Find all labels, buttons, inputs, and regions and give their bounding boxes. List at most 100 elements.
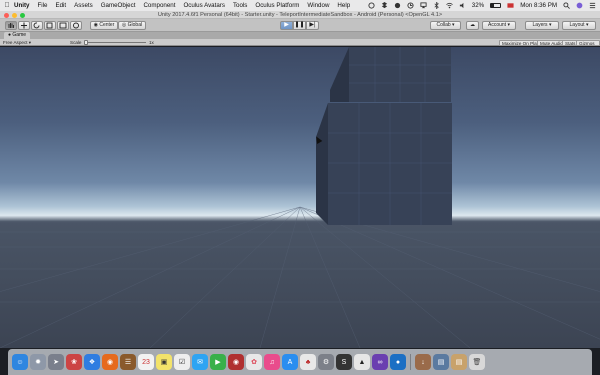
transform-icon	[73, 22, 79, 29]
game-view-header: ● Game	[0, 32, 600, 39]
sublime-icon[interactable]: S	[336, 354, 352, 370]
dock-separator	[410, 354, 411, 370]
airplay-icon[interactable]	[420, 2, 427, 9]
aspect-dropdown[interactable]: Free Aspect	[3, 39, 31, 46]
lower-block-side	[316, 103, 328, 225]
photos-icon[interactable]: ❀	[66, 354, 82, 370]
sync-icon[interactable]	[394, 2, 401, 9]
tab-game[interactable]: ● Game	[4, 32, 31, 39]
stickies-icon[interactable]: ▣	[156, 354, 172, 370]
menu-tools[interactable]: Tools	[233, 2, 247, 9]
scale-slider[interactable]	[84, 40, 146, 45]
menu-component[interactable]: Component	[143, 2, 175, 9]
move-tool-button[interactable]	[18, 21, 30, 30]
firefox-icon[interactable]: ◉	[102, 354, 118, 370]
globe-icon: ◎	[121, 22, 127, 28]
launchpad-icon[interactable]: ✹	[30, 354, 46, 370]
step-icon: ▶|	[309, 22, 316, 28]
app-store-icon[interactable]: A	[282, 354, 298, 370]
wifi-icon[interactable]	[445, 2, 453, 9]
game-tab-label: Game	[12, 32, 27, 38]
notes-icon[interactable]: ☰	[120, 354, 136, 370]
apple-menu-icon[interactable]: 	[0, 2, 14, 9]
system-preferences-icon[interactable]: ⚙	[318, 354, 334, 370]
notification-center-icon[interactable]	[589, 2, 596, 9]
battery-percent[interactable]: 32%	[472, 2, 484, 9]
collab-dropdown[interactable]: Collab	[430, 21, 461, 30]
dropbox-icon[interactable]	[381, 2, 388, 9]
gizmos-dropdown[interactable]: Gizmos	[576, 39, 600, 46]
documents-stack-icon[interactable]: ▤	[433, 354, 449, 370]
reminders-icon[interactable]: ☑	[174, 354, 190, 370]
game-viewport[interactable]	[0, 47, 600, 348]
trash-icon[interactable]: 🗑	[469, 354, 485, 370]
siri-icon[interactable]	[576, 2, 583, 9]
layers-dropdown[interactable]: Layers	[525, 21, 559, 30]
play-controls: ▶ ❚❚ ▶|	[280, 21, 319, 30]
pivot-center-button[interactable]: ◉ Center	[90, 21, 118, 30]
clock[interactable]: Mon 8:36 PM	[520, 2, 557, 9]
scale-tool-button[interactable]	[44, 21, 56, 30]
pause-button[interactable]: ❚❚	[293, 21, 306, 30]
photos-app-icon[interactable]: ✿	[246, 354, 262, 370]
battery-icon[interactable]	[490, 3, 502, 8]
window-title: Unity 2017.4.6f1 Personal (64bit) - Star…	[157, 12, 443, 18]
facetime-icon[interactable]: ▶	[210, 354, 226, 370]
unity-icon[interactable]: ▲	[354, 354, 370, 370]
layers-label: Layers	[532, 22, 548, 28]
itunes-icon[interactable]: ♫	[264, 354, 280, 370]
pause-icon: ❚❚	[294, 22, 305, 28]
account-dropdown[interactable]: Account	[482, 21, 516, 30]
volume-icon[interactable]	[459, 2, 466, 9]
scale-value: 1x	[149, 40, 154, 45]
upper-block-side	[330, 47, 349, 102]
status-area: 32% Mon 8:36 PM	[368, 0, 596, 11]
cloud-icon: ☁	[470, 22, 475, 28]
play-icon: ▶	[284, 22, 289, 28]
game-tab-icon: ●	[8, 32, 12, 38]
menu-window[interactable]: Window	[307, 2, 329, 9]
downloads-stack-icon[interactable]: ↓	[415, 354, 431, 370]
menu-help[interactable]: Help	[337, 2, 350, 9]
rocket-icon[interactable]: ➤	[48, 354, 64, 370]
folder-stack-icon[interactable]: ▤	[451, 354, 467, 370]
menu-edit[interactable]: Edit	[55, 2, 66, 9]
safari-icon[interactable]: ❖	[84, 354, 100, 370]
collab-label: Collab	[436, 22, 451, 28]
hand-icon	[8, 23, 14, 28]
scale-label: Scale	[70, 40, 82, 45]
menu-file[interactable]: File	[37, 2, 47, 9]
spotlight-icon[interactable]	[563, 2, 570, 9]
step-button[interactable]: ▶|	[306, 21, 319, 30]
account-label: Account	[488, 22, 507, 28]
rect-tool-button[interactable]	[57, 21, 69, 30]
menu-assets[interactable]: Assets	[74, 2, 93, 9]
transform-tool-button[interactable]	[70, 21, 82, 30]
visual-studio-icon[interactable]: ∞	[372, 354, 388, 370]
calendar-icon[interactable]: 23	[138, 354, 154, 370]
time-machine-icon[interactable]	[407, 2, 414, 9]
menu-oculus-platform[interactable]: Oculus Platform	[255, 2, 299, 9]
app-menu[interactable]: Unity	[14, 2, 29, 9]
flag-icon[interactable]	[507, 2, 514, 9]
layout-dropdown[interactable]: Layout	[562, 21, 596, 30]
menu-oculus-avatars[interactable]: Oculus Avatars	[183, 2, 225, 9]
hand-tool-button[interactable]	[5, 21, 17, 30]
rotate-tool-button[interactable]	[31, 21, 43, 30]
move-arrows-icon	[21, 22, 27, 29]
center-label: Center	[99, 22, 115, 28]
cloud-button[interactable]: ☁	[466, 21, 479, 30]
maximize-on-play-toggle[interactable]: Maximize On Play	[499, 39, 543, 46]
photo-booth-icon[interactable]: ◉	[228, 354, 244, 370]
bluetooth-icon[interactable]	[433, 2, 440, 9]
global-button[interactable]: ◎ Global	[118, 21, 146, 30]
finder-icon[interactable]: ☺	[12, 354, 28, 370]
screen:  Unity File Edit Assets GameObject Comp…	[0, 0, 600, 375]
chrome-icon[interactable]: ●	[390, 354, 406, 370]
play-button[interactable]: ▶	[280, 21, 293, 30]
messages-icon[interactable]: ✉	[192, 354, 208, 370]
scale-slider-handle[interactable]	[84, 40, 88, 45]
menu-gameobject[interactable]: GameObject	[101, 2, 136, 9]
creative-cloud-icon[interactable]	[368, 2, 375, 9]
books-icon[interactable]: ♣	[300, 354, 316, 370]
